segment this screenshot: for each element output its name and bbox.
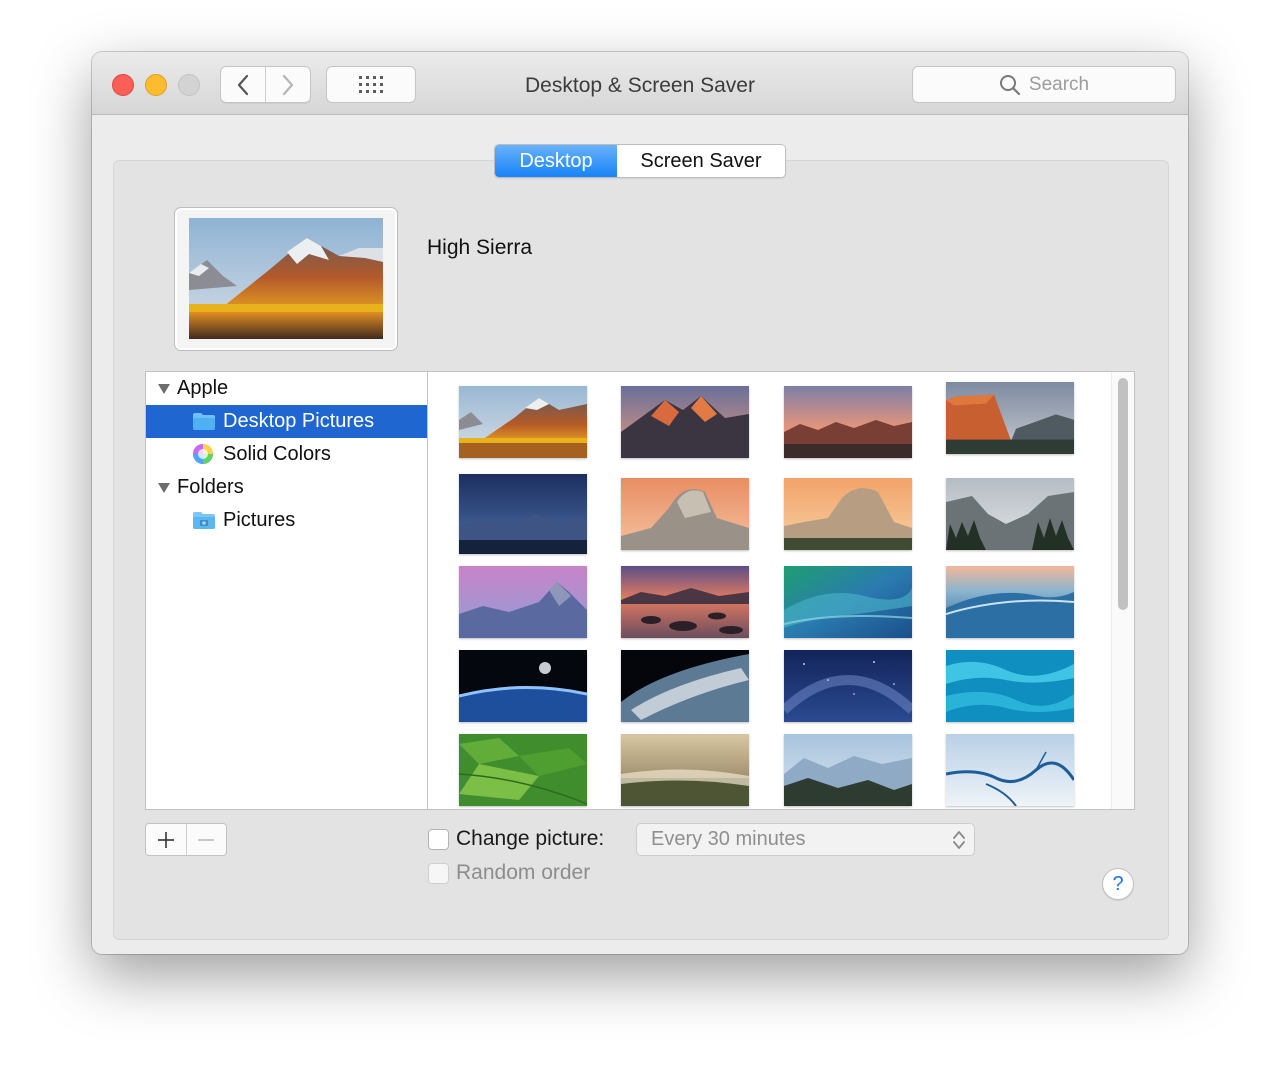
el-capitan-thumb[interactable] <box>946 382 1074 454</box>
green-wave-thumb[interactable] <box>784 566 912 638</box>
yosemite-pink-thumb[interactable] <box>459 566 587 638</box>
help-button[interactable]: ? <box>1102 868 1134 900</box>
sierra-thumb[interactable] <box>621 386 749 458</box>
search-placeholder: Search <box>1028 73 1090 95</box>
group-folders[interactable]: Folders <box>146 471 427 504</box>
yosemite-night-thumb[interactable] <box>459 474 587 554</box>
random-order-checkbox[interactable] <box>428 863 449 884</box>
group-label: Apple <box>177 377 229 399</box>
current-wallpaper-preview <box>174 207 398 351</box>
high-sierra-preview-image <box>189 218 383 339</box>
remove-folder-button[interactable] <box>186 824 226 855</box>
high-sierra-thumb[interactable] <box>459 386 587 458</box>
title-bar: Desktop & Screen Saver Search <box>92 52 1188 115</box>
plus-icon <box>158 831 174 848</box>
interval-value: Every 30 minutes <box>651 828 806 850</box>
milky-way-thumb[interactable] <box>784 650 912 722</box>
change-picture-checkbox[interactable] <box>428 829 449 850</box>
ice-floe-thumb[interactable] <box>946 734 1074 806</box>
desktop-screen-saver-window: Desktop & Screen Saver Search Desktop Sc… <box>92 52 1188 954</box>
search-field[interactable]: Search <box>912 66 1176 103</box>
sidebar-item-label: Pictures <box>223 509 296 531</box>
minus-icon <box>198 838 214 841</box>
turquoise-water-thumb[interactable] <box>946 650 1074 722</box>
source-list: Apple Desktop Pictures Solid Colors Fold… <box>145 371 427 810</box>
disclosure-triangle-icon[interactable] <box>158 483 170 493</box>
color-wheel-icon <box>193 444 213 464</box>
change-picture-label: Change picture: <box>456 827 605 850</box>
sidebar-item-label: Desktop Pictures <box>223 410 375 432</box>
sidebar-item-desktop-pictures[interactable]: Desktop Pictures <box>146 405 427 438</box>
add-remove-control <box>145 823 227 856</box>
earth-horizon-thumb[interactable] <box>459 650 587 722</box>
yosemite-el-capitan-thumb[interactable] <box>784 478 912 550</box>
tab-bar: Desktop Screen Saver <box>494 144 786 178</box>
sidebar-item-solid-colors[interactable]: Solid Colors <box>146 438 427 471</box>
group-apple[interactable]: Apple <box>146 372 427 405</box>
yosemite-half-dome-thumb[interactable] <box>621 478 749 550</box>
random-order-label: Random order <box>456 861 591 884</box>
tab-desktop[interactable]: Desktop <box>495 145 617 177</box>
search-icon <box>999 74 1020 95</box>
disclosure-triangle-icon[interactable] <box>158 384 170 394</box>
blue-wave-thumb[interactable] <box>946 566 1074 638</box>
gallery-scrollbar[interactable] <box>1111 372 1134 809</box>
sierra-2-thumb[interactable] <box>784 386 912 458</box>
pictures-folder-icon <box>193 512 215 529</box>
gallery-scrollbar-thumb[interactable] <box>1118 378 1128 610</box>
sidebar-item-label: Solid Colors <box>223 443 331 465</box>
sidebar-item-pictures[interactable]: Pictures <box>146 504 427 537</box>
change-interval-popup[interactable]: Every 30 minutes <box>636 823 975 856</box>
add-folder-button[interactable] <box>146 824 187 855</box>
wallpaper-gallery <box>427 371 1135 810</box>
wallpaper-name: High Sierra <box>427 236 533 259</box>
folder-icon <box>193 413 215 430</box>
group-label: Folders <box>177 476 244 498</box>
earth-clouds-thumb[interactable] <box>621 650 749 722</box>
tab-screen-saver[interactable]: Screen Saver <box>617 145 785 177</box>
blue-mountains-thumb[interactable] <box>784 734 912 806</box>
misty-forest-thumb[interactable] <box>621 734 749 806</box>
lake-rocks-thumb[interactable] <box>621 566 749 638</box>
yosemite-valley-thumb[interactable] <box>946 478 1074 550</box>
up-down-arrows-icon <box>953 831 965 849</box>
green-fields-thumb[interactable] <box>459 734 587 806</box>
